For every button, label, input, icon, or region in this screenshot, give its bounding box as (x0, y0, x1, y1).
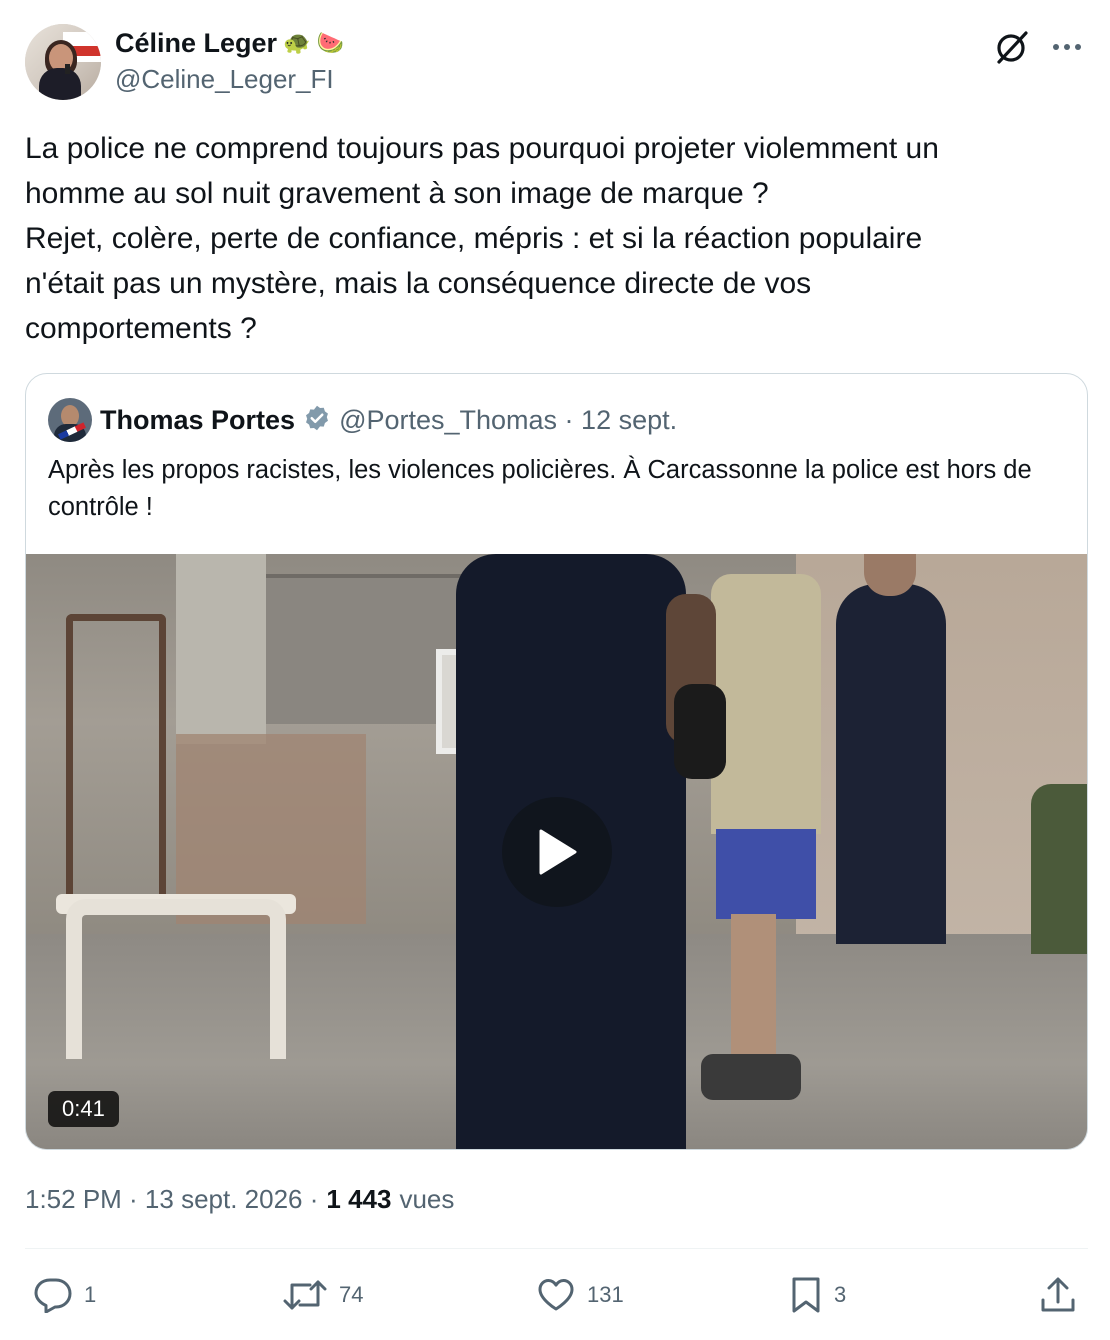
reply-count: 1 (84, 1282, 97, 1307)
verified-badge-icon (303, 404, 331, 437)
author-display-name[interactable]: Céline Leger (115, 28, 277, 59)
play-icon (539, 829, 577, 875)
divider (25, 1248, 1088, 1249)
repost-icon (283, 1280, 327, 1310)
author-handle[interactable]: @Celine_Leger_FI (115, 64, 334, 95)
share-icon (1041, 1277, 1075, 1312)
quoted-tweet-card[interactable]: Thomas Portes @Portes_Thomas · 12 sept. … (25, 373, 1088, 1150)
more-icon[interactable] (1049, 29, 1085, 65)
author-avatar[interactable] (25, 24, 101, 100)
grok-icon[interactable] (993, 28, 1031, 66)
bookmark-icon (792, 1277, 820, 1313)
watermelon-emoji: 🍉 (316, 30, 344, 55)
like-icon (538, 1279, 574, 1311)
views-label: vues (399, 1184, 455, 1214)
bookmark-button[interactable]: 3 (790, 1272, 846, 1318)
quoted-author-avatar[interactable] (48, 398, 92, 442)
author-name-row[interactable]: Céline Leger 🐢 🍉 (115, 26, 344, 60)
like-button[interactable]: 131 (537, 1272, 624, 1318)
tweet-timestamp[interactable]: 1:52 PM · 13 sept. 2026 · (25, 1184, 318, 1215)
tweet-meta: 1:52 PM · 13 sept. 2026 · 1 443 vues (25, 1184, 454, 1215)
quoted-tweet-text: Après les propos racistes, les violences… (48, 456, 1032, 521)
turtle-emoji: 🐢 (283, 30, 311, 55)
quoted-tweet-header: Thomas Portes @Portes_Thomas · 12 sept. (48, 398, 677, 442)
tweet-header: Céline Leger 🐢 🍉 @Celine_Leger_FI (25, 24, 1085, 102)
reply-icon (34, 1278, 72, 1313)
quoted-handle-date: @Portes_Thomas · 12 sept. (339, 404, 678, 435)
tweet-text: La police ne comprend toujours pas pourq… (25, 132, 939, 345)
views-count: 1 443 (326, 1184, 392, 1214)
bookmark-count: 3 (834, 1282, 847, 1307)
quoted-author-name[interactable]: Thomas Portes (100, 405, 295, 436)
repost-count: 74 (339, 1282, 364, 1307)
top-actions (993, 28, 1085, 66)
video-duration: 0:41 (48, 1091, 119, 1127)
share-button[interactable] (1040, 1272, 1076, 1318)
video-player[interactable]: 0:41 (26, 554, 1087, 1149)
repost-button[interactable]: 74 (283, 1272, 363, 1318)
play-button[interactable] (502, 797, 612, 907)
like-count: 131 (587, 1282, 624, 1307)
reply-button[interactable]: 1 (34, 1272, 96, 1318)
